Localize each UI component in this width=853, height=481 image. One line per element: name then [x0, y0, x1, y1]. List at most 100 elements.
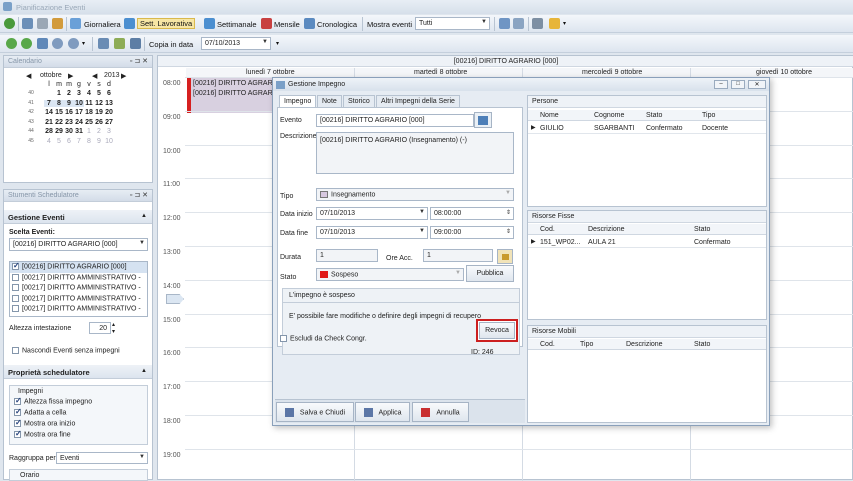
week-view-icon[interactable]	[204, 18, 215, 29]
ora-fine-input[interactable]: 09:00:00 ⇕	[430, 226, 514, 239]
calendar-day[interactable]: 1	[84, 128, 94, 135]
overflow-chevron-icon[interactable]: ▾	[563, 20, 566, 27]
calendar-day[interactable]: 25	[84, 119, 94, 126]
calendar-day[interactable]: 3	[104, 128, 114, 135]
add-series-icon[interactable]	[21, 38, 32, 49]
scelta-eventi-select[interactable]: [00216] DIRITTO AGRARIO [000] ▼	[9, 238, 148, 251]
calendar-day[interactable]: 12	[94, 100, 104, 107]
evento-field[interactable]: [00216] DIRITTO AGRARIO [000]	[316, 114, 474, 127]
car-icon[interactable]	[130, 38, 141, 49]
pubblica-button[interactable]: Pubblica	[466, 265, 514, 282]
calendar-day[interactable]: 29	[54, 128, 64, 135]
calendar-day[interactable]: 9	[64, 99, 74, 107]
calendar-day[interactable]: 7	[74, 138, 84, 145]
proprieta-section[interactable]: Proprietà schedulatore ▲	[4, 365, 152, 379]
option-checkbox[interactable]: Adatta a cella	[14, 407, 92, 420]
warning-icon[interactable]	[549, 18, 560, 29]
settimanale-button[interactable]: Settimanale	[217, 20, 257, 29]
cronologica-button[interactable]: Cronologica	[317, 20, 357, 29]
applica-button[interactable]: Applica	[355, 402, 410, 422]
next-year-icon[interactable]: ▶	[121, 72, 126, 80]
timeline-view-icon[interactable]	[304, 18, 315, 29]
data-fine-input[interactable]: 07/10/2013 ▼	[316, 226, 428, 239]
workweek-view-icon[interactable]	[124, 18, 135, 29]
calendar-day[interactable]: 31	[74, 128, 84, 135]
calendar-day[interactable]: 27	[104, 119, 114, 126]
stato-select[interactable]: Sospeso ▼	[316, 268, 464, 281]
prev-month-icon[interactable]: ◀	[26, 72, 31, 80]
prev-year-icon[interactable]: ◀	[92, 72, 97, 80]
calendar-day[interactable]: 3	[74, 90, 84, 97]
panel-controls-icon[interactable]: ▫ ⊐ ✕	[130, 57, 148, 65]
gestione-eventi-section[interactable]: Gestione Eventi ▲	[4, 210, 152, 224]
giornaliera-button[interactable]: Giornaliera	[84, 20, 121, 29]
minimize-icon[interactable]: –	[714, 80, 728, 89]
calendar-day[interactable]: 2	[64, 90, 74, 97]
calendar-day[interactable]: 23	[64, 119, 74, 126]
calendar-grid[interactable]: l m m g v s d 40 1 2 3 4 5 6 41 7 8 9 10 11 12 13 42 14 15 16 17 18…	[28, 81, 132, 181]
escludi-checkbox[interactable]: Escludi da Check Congr.	[280, 335, 367, 342]
tab-storico[interactable]: Storico	[343, 95, 375, 107]
next-month-icon[interactable]: ▶	[68, 72, 73, 80]
events-list[interactable]: [00216] DIRITTO AGRARIO [000] [00217] DIR…	[9, 261, 148, 317]
calendar-grid-icon[interactable]	[37, 38, 48, 49]
refresh-icon[interactable]	[4, 18, 15, 29]
calendar-day[interactable]: 17	[74, 109, 84, 116]
checkbox-icon[interactable]	[12, 273, 19, 281]
data-inizio-input[interactable]: 07/10/2013 ▼	[316, 207, 428, 220]
checkbox-icon[interactable]	[12, 262, 20, 270]
add-icon[interactable]	[6, 38, 17, 49]
list-icon[interactable]	[513, 18, 524, 29]
option-checkbox[interactable]: Mostra ora inizio	[14, 418, 92, 431]
copy-chevron-icon[interactable]: ▾	[276, 40, 279, 47]
calendar-icon[interactable]	[499, 18, 510, 29]
checkbox-icon[interactable]	[12, 305, 19, 312]
panel-controls-icon[interactable]: ▫ ⊐ ✕	[130, 191, 148, 199]
altezza-input[interactable]: 20	[89, 322, 111, 334]
calendar-day[interactable]: 9	[94, 138, 104, 145]
sett-lavorativa-button[interactable]: Sett. Lavorativa	[137, 18, 196, 29]
raggruppa-select[interactable]: Eventi ▼	[56, 452, 148, 464]
zoom-out-icon[interactable]	[68, 38, 79, 49]
calendar-day[interactable]: 22	[54, 119, 64, 126]
list-item[interactable]: [00217] DIRITTO AMMINISTRATIVO -	[10, 273, 147, 284]
calendar-day[interactable]: 5	[94, 90, 104, 97]
option-checkbox[interactable]: Mostra ora fine	[14, 429, 92, 442]
collapse-icon[interactable]: ▲	[141, 213, 147, 219]
nascondi-checkbox[interactable]: Nascondi Eventi senza impegni	[12, 347, 120, 354]
calendar-day[interactable]: 4	[84, 90, 94, 97]
table-row[interactable]: ▶ GIULIO SGARBANTI Confermato Docente	[528, 123, 766, 134]
altezza-spinner-icon[interactable]: ▴ ▾	[112, 321, 115, 335]
checkbox-icon[interactable]	[12, 284, 19, 291]
calendar-day[interactable]: 13	[104, 100, 114, 107]
calendar-day[interactable]: 5	[54, 138, 64, 145]
calendar-day[interactable]: 2	[94, 128, 104, 135]
search-icon[interactable]	[22, 18, 33, 29]
collapse-icon[interactable]: ▲	[141, 368, 147, 374]
calendar-day[interactable]: 8	[84, 138, 94, 145]
list-item[interactable]: [00217] DIRITTO AMMINISTRATIVO -	[10, 294, 147, 305]
calendar-day[interactable]: 24	[74, 119, 84, 126]
calendar-day[interactable]: 7	[44, 99, 54, 107]
calendar-day[interactable]: 16	[64, 109, 74, 116]
settings-icon[interactable]	[52, 18, 63, 29]
salva-chiudi-button[interactable]: Salva e Chiudi	[276, 402, 354, 422]
calendar-day[interactable]: 28	[44, 128, 54, 135]
calendar-day[interactable]: 30	[64, 128, 74, 135]
appointment[interactable]: [00216] DIRITTO AGRARIO [00216] DIRITTO …	[187, 78, 280, 113]
evento-picker-icon[interactable]	[474, 112, 492, 128]
calendar-day[interactable]: 26	[94, 119, 104, 126]
checkbox-icon[interactable]	[12, 294, 19, 302]
copia-date-input[interactable]: 07/10/2013 ▼	[201, 37, 271, 50]
tipo-select[interactable]: Insegnamento ▼	[316, 188, 514, 201]
list-item[interactable]: [00217] DIRITTO AMMINISTRATIVO -	[10, 304, 147, 315]
calendar-day[interactable]: 11	[84, 100, 94, 107]
calendar-day[interactable]: 21	[44, 119, 54, 126]
list-item[interactable]: [00217] DIRITTO AMMINISTRATIVO -	[10, 283, 147, 294]
calendar-day[interactable]: 10	[74, 99, 84, 107]
annulla-button[interactable]: Annulla	[412, 402, 469, 422]
list-item[interactable]: [00216] DIRITTO AGRARIO [000]	[10, 262, 147, 273]
filter-icon[interactable]	[114, 38, 125, 49]
calendar-day[interactable]: 18	[84, 109, 94, 116]
print-icon[interactable]	[37, 18, 48, 29]
